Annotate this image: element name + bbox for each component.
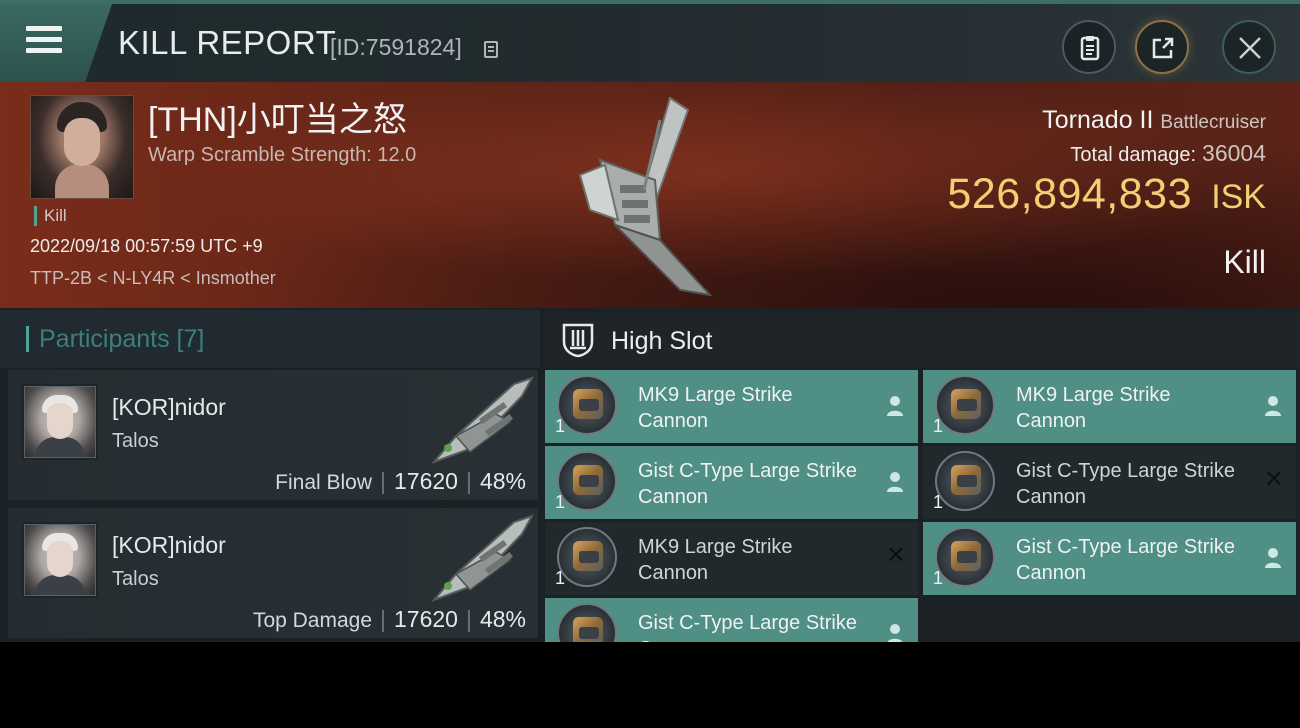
copy-icon[interactable] (484, 41, 498, 58)
participant-name: [KOR]nidor (112, 532, 226, 558)
dropped-person-icon (1265, 396, 1281, 416)
module-name: Gist C-Type Large Strike Cannon (1016, 460, 1235, 508)
participant-role: Top Damage (252, 609, 373, 632)
participant-avatar[interactable] (22, 384, 98, 460)
participant-stats: Final Blow | 17620 | 48% (275, 468, 526, 494)
hamburger-icon (26, 24, 62, 56)
participant-ship-icon (430, 514, 535, 603)
report-id: [ID:7591824] (330, 34, 462, 60)
dropped-person-icon (1265, 548, 1281, 568)
module-quantity: 1 (933, 416, 944, 436)
module-quantity: 1 (555, 492, 566, 512)
module-name: MK9 Large Strike Cannon (1016, 384, 1171, 432)
kill-banner: [THN]小叮当之怒 Warp Scramble Strength: 12.0 … (0, 82, 1300, 308)
isk-value: 526,894,833 (947, 170, 1192, 218)
module-quantity: 1 (933, 492, 944, 512)
cannon-module-icon (557, 603, 617, 642)
module-name: MK9 Large Strike Cannon (638, 384, 793, 432)
participant-ship: Talos (112, 568, 159, 590)
clipboard-button[interactable] (1062, 20, 1116, 74)
high-slot-header: High Slot (545, 312, 1300, 368)
cannon-module-icon (557, 527, 617, 587)
dropped-person-icon (887, 624, 903, 642)
total-damage: Total damage: 36004 (1070, 140, 1266, 167)
kill-result: Kill (1223, 244, 1266, 280)
kill-location[interactable]: TTP-2B < N-LY4R < Insmother (30, 268, 276, 289)
participant-row[interactable]: [KOR]nidor Talos Top Damage | 17620 | 48% (8, 508, 538, 638)
page-title: KILL REPORT (118, 24, 337, 61)
module-item[interactable]: 1 Gist C-Type Large Strike Cannon (545, 446, 918, 519)
module-item[interactable]: 1 Gist C-Type Large Strike Cannon ✕ (923, 446, 1296, 519)
kill-tag: Kill (34, 206, 67, 226)
participant-ship: Talos (112, 430, 159, 452)
kill-datetime: 2022/09/18 00:57:59 UTC +9 (30, 236, 263, 256)
module-name: Gist C-Type Large Strike Cannon (638, 612, 857, 642)
module-item[interactable]: Gist C-Type Large Strike Cannon (545, 598, 918, 642)
participant-avatar[interactable] (22, 522, 98, 598)
share-icon (1152, 37, 1174, 59)
top-bar: KILL REPORT [ID:7591824] (0, 0, 1300, 82)
participant-ship-icon (430, 376, 535, 465)
module-quantity: 1 (555, 568, 566, 588)
module-item[interactable]: 1 MK9 Large Strike Cannon ✕ (545, 522, 918, 595)
cannon-module-icon (935, 375, 995, 435)
participant-row[interactable]: [KOR]nidor Talos Final Blow | 17620 | 48% (8, 370, 538, 500)
participant-damage: 17620 (394, 468, 458, 494)
victim-name[interactable]: [THN]小叮当之怒 (148, 92, 407, 141)
cannon-module-icon (557, 375, 617, 435)
module-item[interactable]: 1 Gist C-Type Large Strike Cannon (923, 522, 1296, 595)
participant-name: [KOR]nidor (112, 394, 226, 420)
close-icon (1239, 37, 1261, 59)
participant-role: Final Blow (275, 471, 373, 494)
victim-ship-image[interactable] (560, 90, 740, 300)
cannon-module-icon (935, 527, 995, 587)
warp-scramble-strength: Warp Scramble Strength: 12.0 (148, 144, 417, 166)
participant-stats: Top Damage | 17620 | 48% (252, 606, 526, 632)
menu-button[interactable] (0, 4, 112, 82)
module-quantity: 1 (933, 568, 944, 588)
total-damage-label: Total damage: (1070, 144, 1197, 166)
ship-class-text: Battlecruiser (1160, 112, 1266, 133)
module-name: Gist C-Type Large Strike Cannon (638, 460, 857, 508)
isk-unit: ISK (1211, 178, 1266, 216)
dropped-person-icon (887, 396, 903, 416)
share-button[interactable] (1135, 20, 1189, 74)
destroyed-x-icon: ✕ (1263, 466, 1284, 493)
destroyed-x-icon: ✕ (885, 542, 906, 569)
victim-avatar[interactable] (30, 95, 134, 199)
participant-damage: 17620 (394, 606, 458, 632)
participant-percent: 48% (479, 468, 526, 494)
total-damage-value: 36004 (1202, 140, 1266, 166)
high-slot-icon (562, 323, 594, 358)
module-name: MK9 Large Strike Cannon (638, 536, 793, 584)
ship-name-text: Tornado II (1042, 106, 1154, 134)
kill-report-window: KILL REPORT [ID:7591824] [THN]小叮当之怒 Warp… (0, 0, 1300, 642)
module-item[interactable]: 1 MK9 Large Strike Cannon (923, 370, 1296, 443)
module-item[interactable]: 1 MK9 Large Strike Cannon (545, 370, 918, 443)
module-name: Gist C-Type Large Strike Cannon (1016, 536, 1235, 584)
cannon-module-icon (935, 451, 995, 511)
dropped-person-icon (887, 472, 903, 492)
high-slot-title: High Slot (611, 327, 713, 355)
participants-title[interactable]: Participants [7] (26, 326, 204, 352)
participants-header: Participants [7] (0, 310, 540, 368)
module-quantity: 1 (555, 416, 566, 436)
clipboard-icon (1080, 36, 1100, 61)
close-button[interactable] (1222, 20, 1276, 74)
participant-percent: 48% (479, 606, 526, 632)
cannon-module-icon (557, 451, 617, 511)
victim-ship-name[interactable]: Tornado II Battlecruiser (1042, 106, 1266, 135)
